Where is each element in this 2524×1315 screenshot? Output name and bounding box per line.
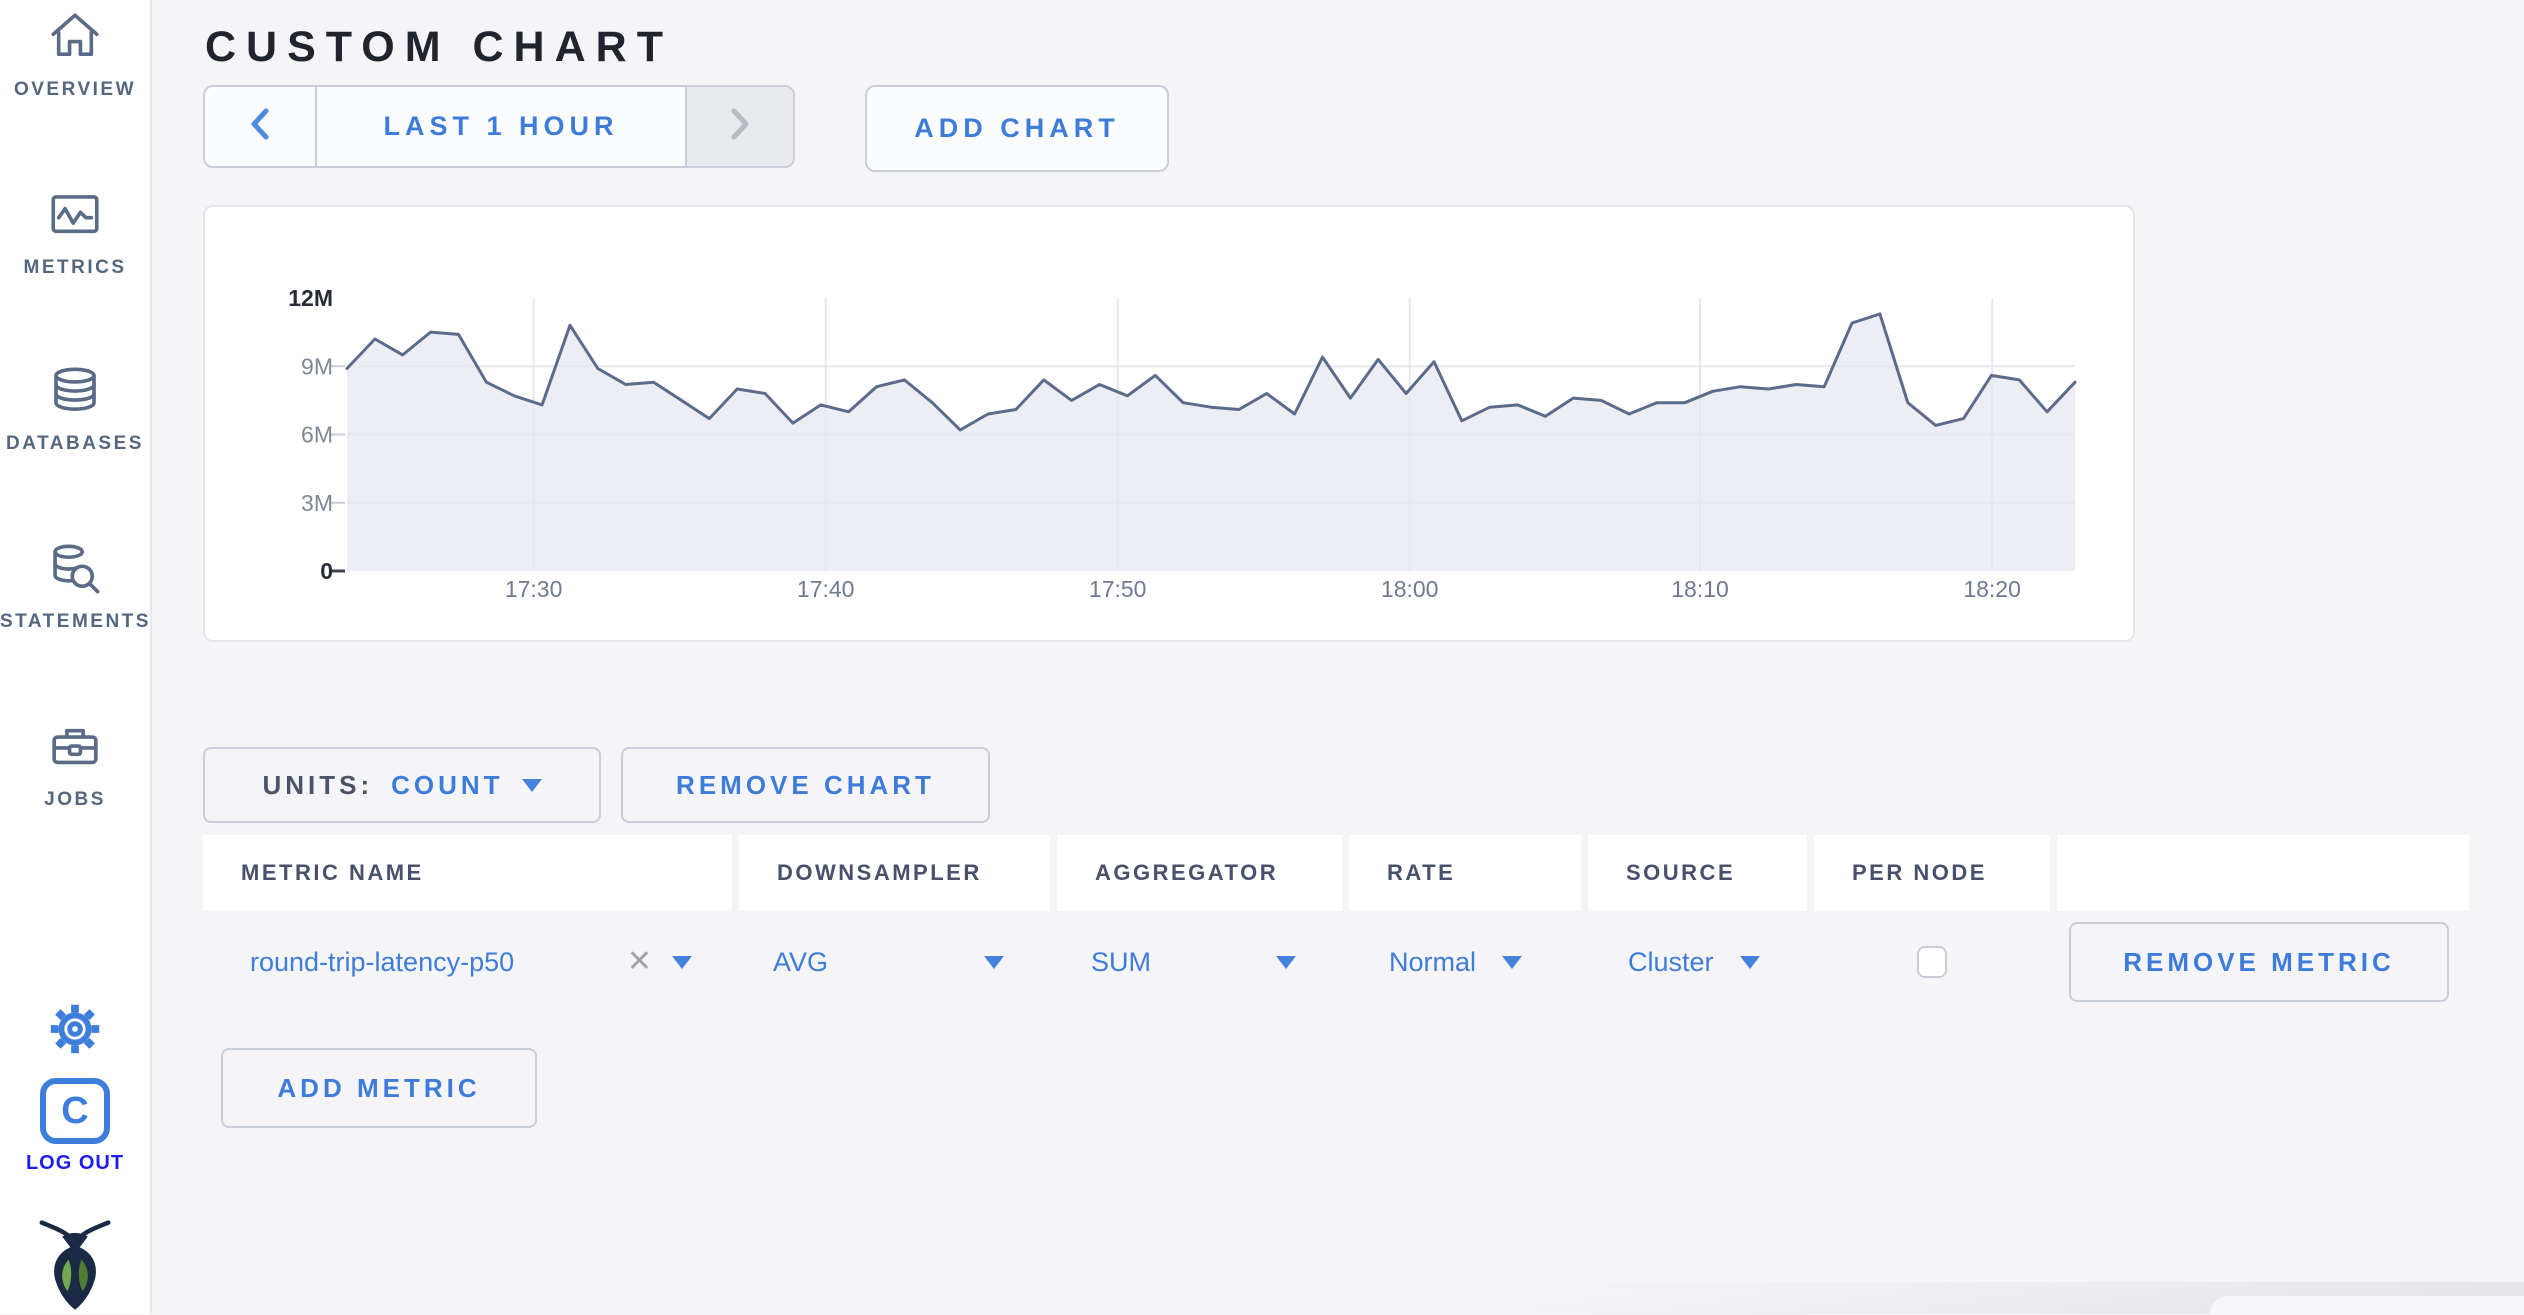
svg-text:3M: 3M <box>301 490 333 516</box>
units-dropdown[interactable]: UNITS: COUNT <box>203 747 601 823</box>
time-range-prev-button[interactable] <box>205 87 317 166</box>
time-range-next-button[interactable] <box>685 87 793 166</box>
svg-text:18:10: 18:10 <box>1671 576 1729 602</box>
time-range-dropdown[interactable]: LAST 1 HOUR <box>317 87 685 166</box>
statements-magnifier-icon <box>46 540 104 603</box>
svg-text:12M: 12M <box>288 285 333 311</box>
source-value: Cluster <box>1628 946 1714 977</box>
chevron-right-icon <box>729 107 751 146</box>
sidebar-item-jobs[interactable]: JOBS <box>0 718 150 811</box>
logout-label: LOG OUT <box>25 1152 125 1174</box>
column-header-aggregator: AGGREGATOR <box>1057 835 1342 911</box>
sidebar-item-label: DATABASES <box>6 433 144 454</box>
rate-value: Normal <box>1389 946 1477 977</box>
sidebar-item-databases[interactable]: DATABASES <box>0 362 150 455</box>
database-icon <box>46 362 104 425</box>
rate-dropdown[interactable]: Normal <box>1349 911 1581 1013</box>
svg-text:17:30: 17:30 <box>505 576 563 602</box>
chart-card: 17:30 17:40 17:50 18:00 18:10 18:20 0 3M 6M 9M 12M <box>203 205 2135 642</box>
metric-name-value[interactable]: round-trip-latency-p50 <box>250 947 514 978</box>
metrics-table-header: METRIC NAME DOWNSAMPLER AGGREGATOR RATE … <box>203 835 2469 911</box>
custom-chart-svg: 17:30 17:40 17:50 18:00 18:10 18:20 0 3M 6M 9M 12M <box>288 285 2077 602</box>
table-row: round-trip-latency-p50 ✕ AVG SUM Normal … <box>203 911 2469 1013</box>
svg-text:17:50: 17:50 <box>1089 576 1147 602</box>
chevron-down-icon <box>1276 955 1296 969</box>
add-chart-button[interactable]: ADD CHART <box>865 85 1169 172</box>
home-icon <box>46 8 104 71</box>
metric-name-cell: round-trip-latency-p50 ✕ <box>203 911 732 1013</box>
column-header-metric-name: METRIC NAME <box>203 835 732 911</box>
cockroach-logo <box>0 1212 150 1315</box>
add-metric-button[interactable]: ADD METRIC <box>221 1048 537 1128</box>
sidebar-item-label: METRICS <box>23 257 127 278</box>
svg-text:0: 0 <box>320 558 333 584</box>
gear-icon <box>44 1004 106 1064</box>
sidebar-item-label: OVERVIEW <box>13 79 137 100</box>
sidebar: OVERVIEW METRICS DATABASES STATEMENTS JO <box>0 0 152 1314</box>
page-title: CUSTOM CHART <box>205 22 673 71</box>
aggregator-value: SUM <box>1091 946 1151 977</box>
per-node-checkbox[interactable] <box>1917 946 1947 978</box>
remove-metric-button[interactable]: REMOVE METRIC <box>2069 922 2449 1002</box>
bottom-panel-shadow <box>1000 1282 2524 1314</box>
sidebar-item-label: JOBS <box>44 789 106 810</box>
aggregator-dropdown[interactable]: SUM <box>1057 911 1342 1013</box>
svg-text:6M: 6M <box>301 422 333 448</box>
chevron-down-icon <box>1502 955 1523 969</box>
chevron-left-icon <box>249 107 271 146</box>
sidebar-item-overview[interactable]: OVERVIEW <box>0 8 150 101</box>
cockroach-c-icon: C <box>40 1078 110 1144</box>
metrics-table: METRIC NAME DOWNSAMPLER AGGREGATOR RATE … <box>203 835 2469 1013</box>
downsampler-value: AVG <box>773 946 829 977</box>
column-header-source: SOURCE <box>1588 835 1807 911</box>
svg-text:18:20: 18:20 <box>1963 576 2021 602</box>
column-header-actions <box>2057 835 2469 911</box>
svg-text:9M: 9M <box>301 353 333 379</box>
chevron-down-icon <box>521 778 542 792</box>
sidebar-item-metrics[interactable]: METRICS <box>0 186 150 279</box>
chevron-down-icon[interactable] <box>672 955 692 969</box>
custom-chart-page: OVERVIEW METRICS DATABASES STATEMENTS JO <box>0 0 2524 1314</box>
units-value: COUNT <box>391 769 504 800</box>
column-header-rate: RATE <box>1349 835 1581 911</box>
remove-chart-button[interactable]: REMOVE CHART <box>621 747 990 823</box>
column-header-downsampler: DOWNSAMPLER <box>739 835 1050 911</box>
svg-text:17:40: 17:40 <box>797 576 855 602</box>
downsampler-dropdown[interactable]: AVG <box>739 911 1050 1013</box>
time-range-widget: LAST 1 HOUR <box>203 85 795 168</box>
logout-button[interactable]: C LOG OUT <box>0 1078 150 1175</box>
sidebar-item-label: STATEMENTS <box>0 611 151 632</box>
svg-text:18:00: 18:00 <box>1381 576 1439 602</box>
row-actions-cell: REMOVE METRIC <box>2057 911 2469 1013</box>
source-dropdown[interactable]: Cluster <box>1588 911 1807 1013</box>
sidebar-item-statements[interactable]: STATEMENTS <box>0 540 150 633</box>
column-header-per-node: PER NODE <box>1814 835 2050 911</box>
clear-metric-icon[interactable]: ✕ <box>627 947 652 977</box>
units-label: UNITS: <box>262 769 374 800</box>
settings-button[interactable] <box>0 998 150 1065</box>
bottom-panel-corner <box>2210 1296 2524 1314</box>
briefcase-icon <box>46 718 104 781</box>
per-node-cell <box>1814 911 2050 1013</box>
chevron-down-icon <box>1739 955 1760 969</box>
chevron-down-icon <box>984 955 1004 969</box>
metrics-icon <box>46 186 104 249</box>
